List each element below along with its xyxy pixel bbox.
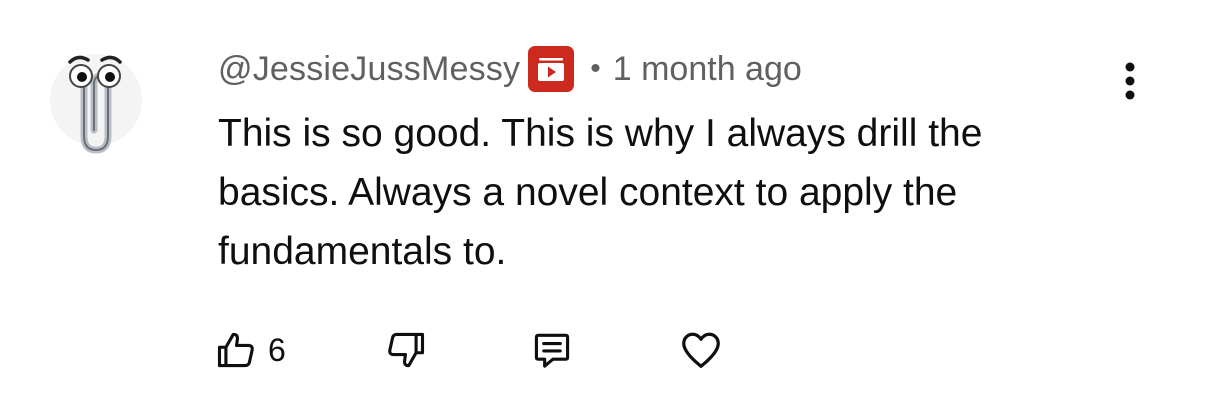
- comment-header: @JessieJussMessy • 1 month ago: [218, 46, 802, 92]
- comment: @JessieJussMessy • 1 month ago This is s…: [0, 0, 1206, 409]
- like-count: 6: [268, 331, 286, 368]
- reply-button[interactable]: [530, 322, 574, 378]
- thumbs-down-icon: [388, 332, 425, 368]
- like-button[interactable]: 6: [214, 322, 286, 378]
- clippy-avatar-icon: [50, 54, 142, 154]
- more-options-button[interactable]: [1110, 58, 1150, 104]
- member-badge-icon: [528, 46, 575, 92]
- dislike-button[interactable]: [384, 322, 428, 378]
- heart-icon: [682, 332, 720, 368]
- comment-actions: 6: [214, 322, 754, 378]
- header-separator: •: [590, 52, 601, 85]
- author-name[interactable]: @JessieJussMessy: [218, 50, 520, 89]
- thumbs-up-icon: [217, 332, 254, 368]
- reply-comment-icon: [534, 333, 570, 368]
- more-vertical-icon: [1125, 62, 1135, 100]
- heart-button[interactable]: [678, 322, 724, 378]
- comment-text: This is so good. This is why I always dr…: [218, 112, 983, 273]
- comment-time[interactable]: 1 month ago: [613, 50, 802, 89]
- avatar[interactable]: [48, 38, 144, 162]
